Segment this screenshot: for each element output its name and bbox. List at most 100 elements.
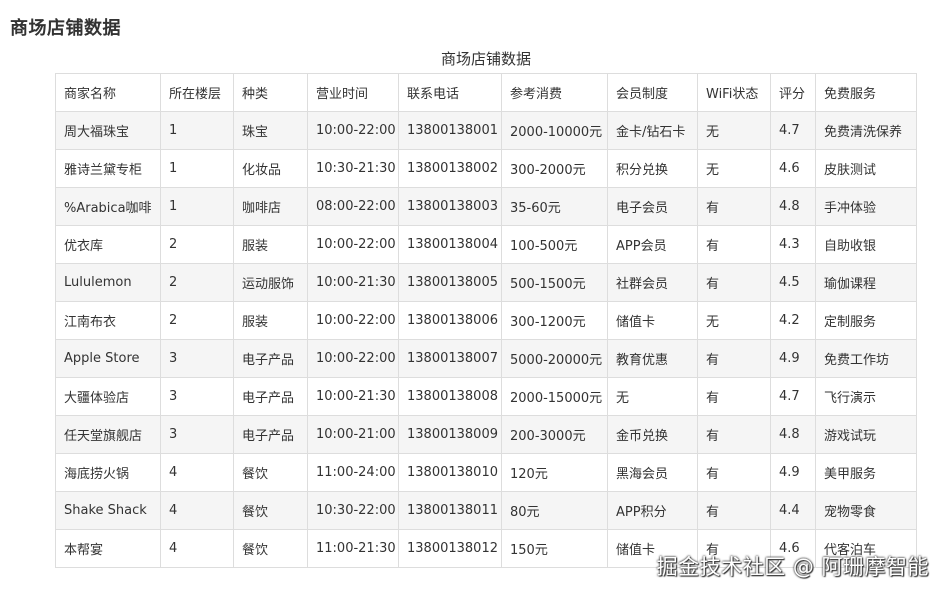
cell-business-hours: 11:00-24:00 bbox=[307, 453, 399, 492]
table-row: 海底捞火锅 4 餐饮 11:00-24:00 13800138010 120元 黑海会员有 4… bbox=[55, 453, 917, 492]
cell-membership: 金卡/钻石卡 bbox=[607, 111, 698, 150]
cell-phone: 13800138004 bbox=[398, 225, 502, 264]
cell-reference-price: 100-500元 bbox=[501, 225, 608, 264]
cell-phone: 13800138003 bbox=[398, 187, 502, 226]
table-row: Apple Store 3 电子产品 10:00-22:00 13800138007 50… bbox=[55, 339, 917, 378]
cell-free-service: 免费清洗保养 bbox=[815, 111, 917, 150]
table-caption: 商场店铺数据 bbox=[440, 50, 531, 68]
cell-floor: 4 bbox=[160, 453, 234, 492]
cell-category: 服装 bbox=[233, 301, 308, 340]
cell-reference-price: 120元 bbox=[501, 453, 608, 492]
cell-wifi-status: 有 bbox=[697, 339, 771, 378]
cell-merchant-name: 周大福珠宝 bbox=[55, 111, 161, 150]
cell-business-hours: 10:30-21:30 bbox=[307, 149, 399, 188]
cell-phone: 13800138005 bbox=[398, 263, 502, 302]
cell-wifi-status: 有 bbox=[697, 225, 771, 264]
store-table: 商场店铺数据 商家名称 所在楼层 种类 营业时间 联系电话 参考消费 会员制度 WiFi状态评… bbox=[55, 48, 917, 568]
cell-business-hours: 10:00-21:00 bbox=[307, 415, 399, 454]
column-header-floor: 所在楼层 bbox=[160, 73, 234, 112]
cell-category: 运动服饰 bbox=[233, 263, 308, 302]
cell-floor: 4 bbox=[160, 529, 234, 568]
table-row: 周大福珠宝 1 珠宝 10:00-22:00 13800138001 2000-10000… bbox=[55, 111, 917, 150]
cell-free-service: 皮肤测试 bbox=[815, 149, 917, 188]
cell-merchant-name: 海底捞火锅 bbox=[55, 453, 161, 492]
table-row: 江南布衣 2 服装 10:00-22:00 13800138006 300-1200元 储值… bbox=[55, 301, 917, 340]
cell-business-hours: 10:00-22:00 bbox=[307, 111, 399, 150]
cell-category: 餐饮 bbox=[233, 491, 308, 530]
cell-merchant-name: 雅诗兰黛专柜 bbox=[55, 149, 161, 188]
cell-floor: 1 bbox=[160, 111, 234, 150]
cell-rating: 4.4 bbox=[770, 491, 816, 530]
cell-floor: 3 bbox=[160, 377, 234, 416]
watermark: 掘金技术社区 @ 阿珊摩智能 bbox=[656, 555, 929, 579]
cell-wifi-status: 无 bbox=[697, 149, 771, 188]
cell-phone: 13800138002 bbox=[398, 149, 502, 188]
cell-merchant-name: 任天堂旗舰店 bbox=[55, 415, 161, 454]
cell-rating: 4.2 bbox=[770, 301, 816, 340]
table-row: Shake Shack 4 餐饮 10:30-22:00 13800138011 80元 A… bbox=[55, 491, 917, 530]
cell-merchant-name: Apple Store bbox=[55, 339, 161, 378]
cell-merchant-name: 大疆体验店 bbox=[55, 377, 161, 416]
cell-rating: 4.5 bbox=[770, 263, 816, 302]
cell-reference-price: 150元 bbox=[501, 529, 608, 568]
column-header-business-hours: 营业时间 bbox=[307, 73, 399, 112]
cell-wifi-status: 有 bbox=[697, 263, 771, 302]
cell-floor: 4 bbox=[160, 491, 234, 530]
cell-phone: 13800138010 bbox=[398, 453, 502, 492]
cell-floor: 3 bbox=[160, 415, 234, 454]
table-header: 商家名称 所在楼层 种类 营业时间 联系电话 参考消费 会员制度 WiFi状态 评分 免费服务 bbox=[55, 73, 917, 112]
cell-membership: 积分兑换 bbox=[607, 149, 698, 188]
cell-membership: 教育优惠 bbox=[607, 339, 698, 378]
cell-wifi-status: 有 bbox=[697, 491, 771, 530]
column-header-wifi-status: WiFi状态 bbox=[697, 73, 771, 112]
cell-wifi-status: 有 bbox=[697, 415, 771, 454]
table-header-row: 商家名称 所在楼层 种类 营业时间 联系电话 参考消费 会员制度 WiFi状态 评分 免费服务 bbox=[55, 73, 917, 112]
column-header-reference-price: 参考消费 bbox=[501, 73, 608, 112]
cell-category: 服装 bbox=[233, 225, 308, 264]
cell-rating: 4.9 bbox=[770, 339, 816, 378]
cell-floor: 1 bbox=[160, 187, 234, 226]
cell-business-hours: 10:00-21:30 bbox=[307, 263, 399, 302]
cell-wifi-status: 无 bbox=[697, 301, 771, 340]
cell-membership: 社群会员 bbox=[607, 263, 698, 302]
cell-merchant-name: 江南布衣 bbox=[55, 301, 161, 340]
cell-merchant-name: %Arabica咖啡 bbox=[55, 187, 161, 226]
cell-reference-price: 2000-15000元 bbox=[501, 377, 608, 416]
cell-rating: 4.6 bbox=[770, 149, 816, 188]
cell-merchant-name: 本帮宴 bbox=[55, 529, 161, 568]
cell-floor: 3 bbox=[160, 339, 234, 378]
cell-reference-price: 300-1200元 bbox=[501, 301, 608, 340]
cell-reference-price: 500-1500元 bbox=[501, 263, 608, 302]
cell-rating: 4.9 bbox=[770, 453, 816, 492]
cell-wifi-status: 无 bbox=[697, 111, 771, 150]
cell-rating: 4.8 bbox=[770, 187, 816, 226]
cell-merchant-name: Lululemon bbox=[55, 263, 161, 302]
column-header-phone: 联系电话 bbox=[398, 73, 502, 112]
cell-free-service: 免费工作坊 bbox=[815, 339, 917, 378]
cell-free-service: 宠物零食 bbox=[815, 491, 917, 530]
table-row: 雅诗兰黛专柜 1 化妆品 10:30-21:30 13800138002 300-2000… bbox=[55, 149, 917, 188]
cell-category: 餐饮 bbox=[233, 529, 308, 568]
cell-category: 电子产品 bbox=[233, 415, 308, 454]
page: 商场店铺数据 商场店铺数据 商家名称 所在楼层 种类 营业时间 联系电话 参考消费 会员制度… bbox=[0, 0, 947, 598]
cell-rating: 4.7 bbox=[770, 111, 816, 150]
cell-floor: 2 bbox=[160, 301, 234, 340]
cell-membership: APP会员 bbox=[607, 225, 698, 264]
cell-business-hours: 11:00-21:30 bbox=[307, 529, 399, 568]
cell-category: 珠宝 bbox=[233, 111, 308, 150]
cell-floor: 1 bbox=[160, 149, 234, 188]
cell-business-hours: 10:00-21:30 bbox=[307, 377, 399, 416]
table-row: 任天堂旗舰店 3 电子产品 10:00-21:00 13800138009 200-300… bbox=[55, 415, 917, 454]
cell-category: 咖啡店 bbox=[233, 187, 308, 226]
cell-category: 餐饮 bbox=[233, 453, 308, 492]
cell-membership: APP积分 bbox=[607, 491, 698, 530]
cell-free-service: 美甲服务 bbox=[815, 453, 917, 492]
cell-membership: 无 bbox=[607, 377, 698, 416]
cell-free-service: 定制服务 bbox=[815, 301, 917, 340]
table-row: Lululemon 2 运动服饰 10:00-21:30 13800138005 500-… bbox=[55, 263, 917, 302]
cell-phone: 13800138001 bbox=[398, 111, 502, 150]
cell-rating: 4.8 bbox=[770, 415, 816, 454]
cell-free-service: 游戏试玩 bbox=[815, 415, 917, 454]
cell-category: 电子产品 bbox=[233, 377, 308, 416]
cell-phone: 13800138008 bbox=[398, 377, 502, 416]
